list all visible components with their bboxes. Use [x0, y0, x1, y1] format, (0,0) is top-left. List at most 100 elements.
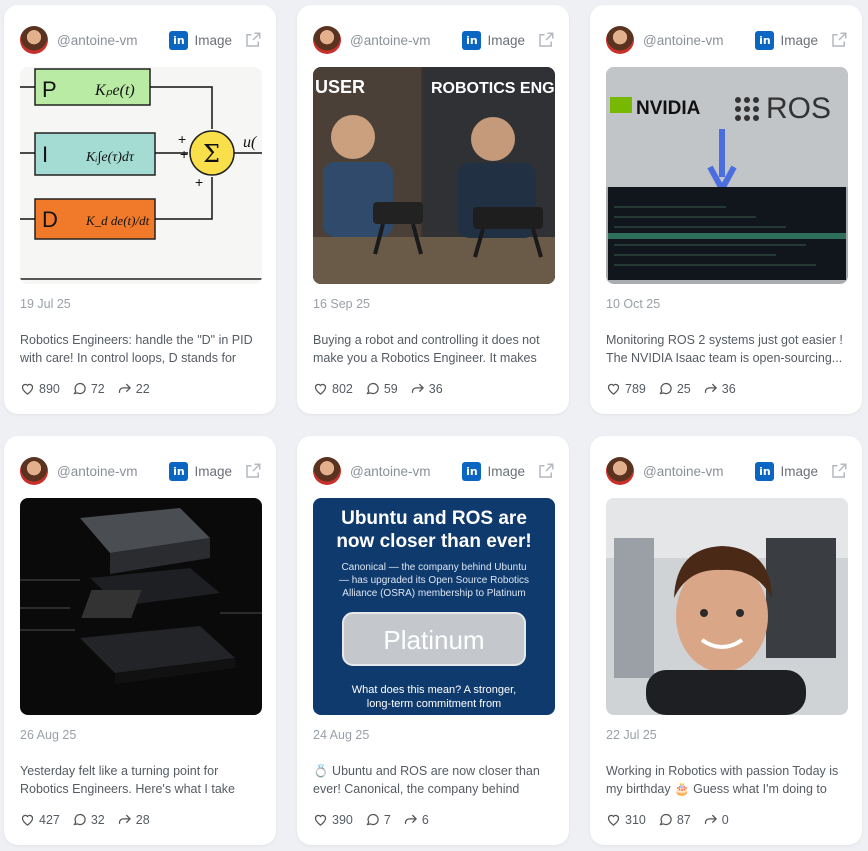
shares-stat: 36 [410, 381, 443, 396]
post-type: Image [780, 32, 818, 48]
comments-stat: 7 [365, 812, 391, 827]
card-header: @antoine-vm in Image [20, 22, 262, 58]
comment-icon [366, 382, 379, 395]
avatar [313, 457, 341, 485]
likes-count: 890 [39, 381, 60, 396]
comment-icon [366, 813, 379, 826]
ubuntu-body-1: Canonical — the company behind Ubuntu [341, 562, 526, 573]
external-link-icon[interactable] [537, 462, 555, 480]
external-link-icon[interactable] [830, 31, 848, 49]
comments-stat: 59 [365, 381, 398, 396]
linkedin-icon: in [169, 30, 189, 50]
post-excerpt: 💍 Ubuntu and ROS are now closer than eve… [313, 764, 540, 796]
external-link-icon[interactable] [537, 31, 555, 49]
shares-count: 0 [721, 812, 729, 827]
likes-stat: 390 [313, 812, 353, 827]
avatar [313, 26, 341, 54]
post-stats: 310 87 0 [606, 812, 741, 827]
author-handle[interactable]: @antoine-vm [57, 464, 169, 479]
post-card[interactable]: @antoine-vm in Image P I D Kₚe(t) Kᵢ∫e(τ… [4, 5, 276, 414]
post-card[interactable]: @antoine-vm in Image NVIDIA ROS 10 Oct 2… [590, 5, 862, 414]
nvidia-logo: NVIDIA [636, 98, 701, 119]
author-handle[interactable]: @antoine-vm [350, 464, 462, 479]
share-icon [118, 814, 131, 824]
post-excerpt: Monitoring ROS 2 systems just got easier… [606, 333, 843, 365]
heart-icon [314, 814, 327, 826]
comments-count: 87 [676, 812, 691, 827]
pid-u: u( [243, 134, 258, 151]
shares-stat: 28 [117, 812, 150, 827]
comments-stat: 72 [72, 381, 105, 396]
author-handle[interactable]: @antoine-vm [57, 33, 169, 48]
shares-stat: 36 [703, 381, 736, 396]
linkedin-icon: in [169, 461, 189, 481]
comments-stat: 25 [658, 381, 691, 396]
post-image-selfie[interactable] [606, 498, 848, 715]
pid-kp: Kₚe(t) [94, 82, 135, 99]
heart-icon [314, 383, 327, 395]
likes-count: 789 [625, 381, 646, 396]
comment-icon [659, 813, 672, 826]
shares-stat: 6 [403, 812, 429, 827]
post-image-jetson[interactable] [20, 498, 262, 715]
heart-icon [21, 383, 34, 395]
image-label-robotics: ROBOTICS ENGIN [431, 80, 555, 97]
post-card[interactable]: @antoine-vm in Image USER ROBOTICS ENGIN [297, 5, 569, 414]
linkedin-icon: in [462, 461, 482, 481]
post-card[interactable]: @antoine-vm in Image 22 Jul 25 Working i… [590, 436, 862, 845]
heart-icon [607, 814, 620, 826]
shares-count: 36 [721, 381, 736, 396]
author-handle[interactable]: @antoine-vm [350, 33, 462, 48]
post-image-nvidia-ros[interactable]: NVIDIA ROS [606, 67, 848, 284]
author-handle[interactable]: @antoine-vm [643, 33, 755, 48]
post-grid: @antoine-vm in Image P I D Kₚe(t) Kᵢ∫e(τ… [0, 0, 868, 851]
post-stats: 390 7 6 [313, 812, 441, 827]
author-handle[interactable]: @antoine-vm [643, 464, 755, 479]
platinum-badge: Platinum [383, 625, 484, 655]
avatar [20, 457, 48, 485]
external-link-icon[interactable] [244, 462, 262, 480]
card-header: @antoine-vm in Image [313, 453, 555, 489]
external-link-icon[interactable] [830, 462, 848, 480]
comment-icon [73, 813, 86, 826]
post-image-robot-dogs[interactable]: USER ROBOTICS ENGIN [313, 67, 555, 284]
post-stats: 890 72 22 [20, 381, 162, 396]
ubuntu-headline-1: Ubuntu and ROS are [341, 508, 527, 529]
card-header: @antoine-vm in Image [606, 22, 848, 58]
share-icon [704, 383, 717, 393]
comments-count: 59 [383, 381, 398, 396]
post-type: Image [194, 32, 232, 48]
post-card[interactable]: @antoine-vm in Image 26 Aug 25 Yesterday… [4, 436, 276, 845]
post-date: 19 Jul 25 [20, 297, 71, 311]
comments-stat: 32 [72, 812, 105, 827]
post-card[interactable]: @antoine-vm in Image Ubuntu and ROS are … [297, 436, 569, 845]
likes-count: 802 [332, 381, 353, 396]
comments-count: 7 [383, 812, 391, 827]
post-date: 16 Sep 25 [313, 297, 370, 311]
likes-stat: 427 [20, 812, 60, 827]
post-date: 24 Aug 25 [313, 728, 370, 742]
likes-count: 390 [332, 812, 353, 827]
post-image-ubuntu-ros[interactable]: Ubuntu and ROS are now closer than ever!… [313, 498, 555, 715]
ubuntu-headline-2: now closer than ever! [336, 531, 531, 552]
likes-count: 310 [625, 812, 646, 827]
shares-count: 28 [135, 812, 150, 827]
shares-count: 36 [428, 381, 443, 396]
avatar [20, 26, 48, 54]
comments-count: 25 [676, 381, 691, 396]
post-date: 10 Oct 25 [606, 297, 661, 311]
external-link-icon[interactable] [244, 31, 262, 49]
likes-stat: 802 [313, 381, 353, 396]
share-icon [704, 814, 717, 824]
share-icon [118, 383, 131, 393]
comments-count: 72 [90, 381, 105, 396]
likes-stat: 890 [20, 381, 60, 396]
shares-stat: 0 [703, 812, 729, 827]
share-icon [411, 383, 424, 393]
pid-i: I [42, 142, 48, 167]
post-excerpt: Buying a robot and controlling it does n… [313, 333, 540, 365]
post-image-pid[interactable]: P I D Kₚe(t) Kᵢ∫e(τ)dτ K_d de(t)/dt Σ + … [20, 67, 262, 284]
post-stats: 802 59 36 [313, 381, 455, 396]
linkedin-icon: in [462, 30, 482, 50]
pid-ki: Kᵢ∫e(τ)dτ [85, 150, 135, 165]
